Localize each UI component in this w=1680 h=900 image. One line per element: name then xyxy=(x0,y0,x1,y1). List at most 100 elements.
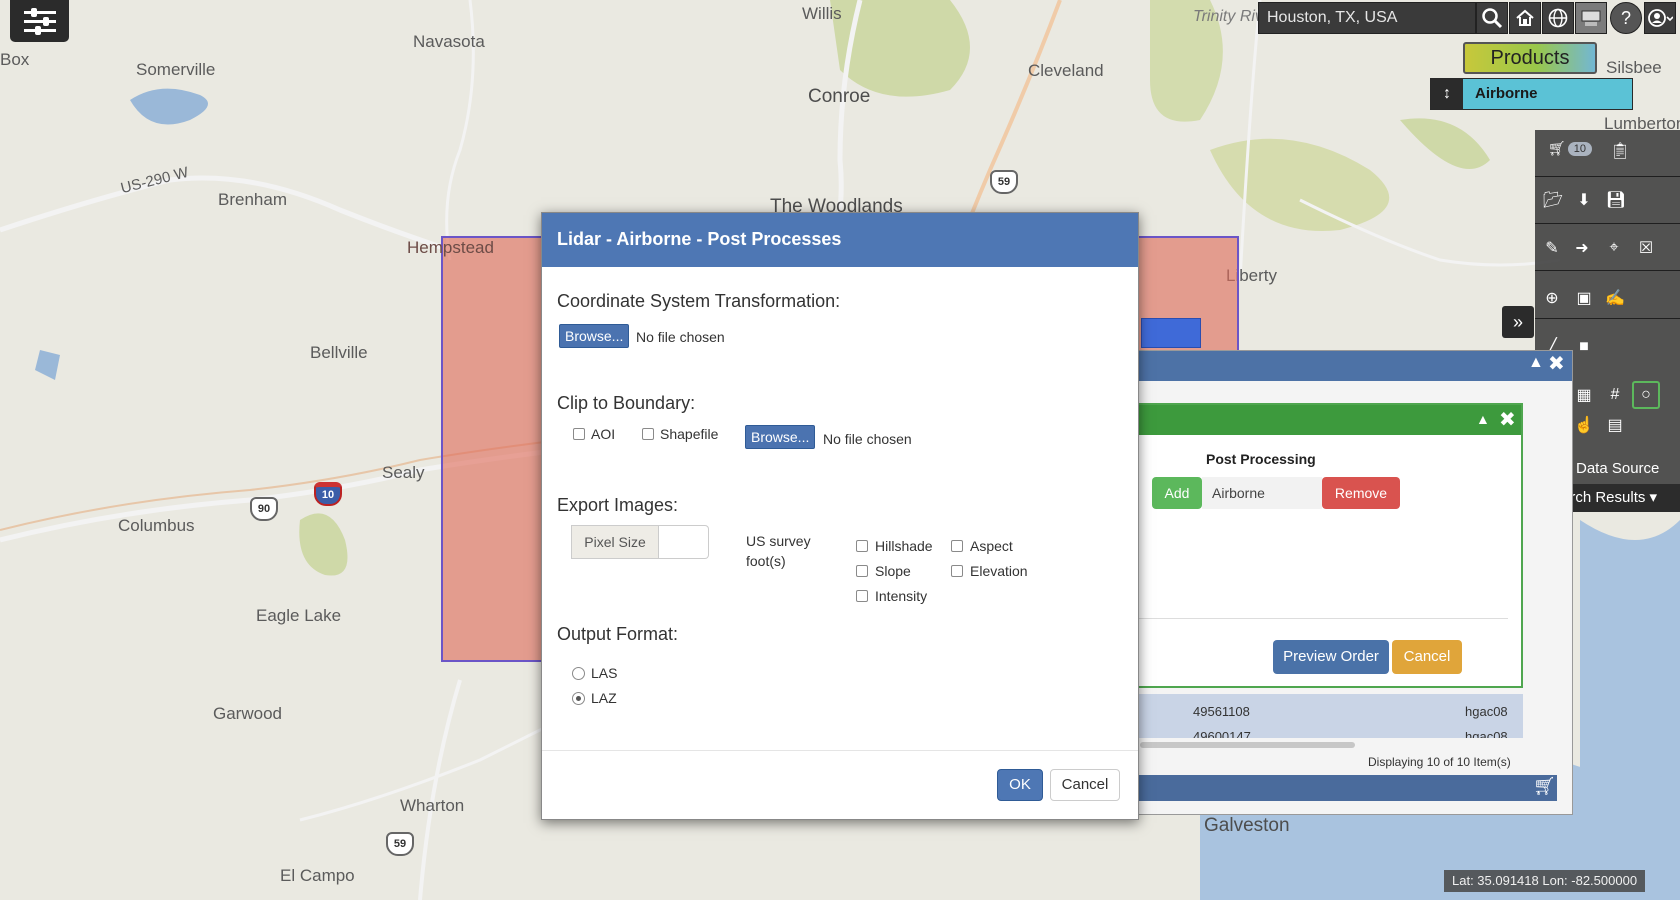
folder-open-icon[interactable]: 📂︎ xyxy=(1539,186,1567,214)
coordinate-transform-label: Coordinate System Transformation: xyxy=(557,291,841,311)
hillshade-label: Hillshade xyxy=(875,538,933,554)
place-label: Silsbee xyxy=(1606,58,1662,77)
interstate-shield: 10 xyxy=(314,482,342,506)
search-icon[interactable] xyxy=(1476,2,1508,34)
clipboard-icon[interactable]: 📋︎ xyxy=(1606,137,1634,165)
coord-file-status: No file chosen xyxy=(636,329,725,345)
help-icon[interactable]: ? xyxy=(1610,2,1642,34)
crosshair-icon[interactable]: ⌖ xyxy=(1600,234,1628,262)
place-label: Galveston xyxy=(1204,815,1290,836)
minimize-icon[interactable]: ▲ xyxy=(1528,354,1544,372)
menu-button[interactable] xyxy=(10,0,69,42)
place-label: Eagle Lake xyxy=(256,606,342,625)
product-layer-airborne[interactable]: ↕ Airborne xyxy=(1430,78,1633,110)
place-label: Brenham xyxy=(218,190,287,209)
order-panel-footer xyxy=(1137,775,1557,801)
elevation-label: Elevation xyxy=(970,563,1028,579)
pixel-size-input[interactable] xyxy=(659,525,709,559)
post-processes-dialog: Lidar - Airborne - Post Processes Coordi… xyxy=(541,212,1139,820)
toolbar-divider xyxy=(1535,318,1680,319)
slope-label: Slope xyxy=(875,563,911,579)
clip-boundary-label: Clip to Boundary: xyxy=(557,393,696,413)
globe-icon[interactable] xyxy=(1542,2,1574,34)
minimize-icon[interactable]: ▲ xyxy=(1476,411,1490,427)
highway-shield: 90 xyxy=(250,497,278,521)
pixel-size-label: Pixel Size xyxy=(571,525,659,559)
toolbar-divider xyxy=(1535,270,1680,271)
place-label: Garwood xyxy=(213,704,282,723)
place-label: Bellville xyxy=(310,343,368,362)
aoi-checkbox[interactable] xyxy=(573,428,585,440)
place-label: Conroe xyxy=(808,86,871,107)
shapefile-browse-button[interactable]: Browse... xyxy=(745,425,816,449)
las-radio[interactable] xyxy=(572,667,585,680)
close-icon[interactable]: ✖ xyxy=(1548,351,1565,376)
laz-radio[interactable] xyxy=(572,692,585,705)
table-cell: 49600147 xyxy=(1193,732,1251,738)
divider xyxy=(1136,618,1508,619)
home-icon[interactable] xyxy=(1509,2,1541,34)
aspect-checkbox[interactable] xyxy=(951,540,963,552)
location-search[interactable] xyxy=(1258,2,1476,34)
zoom-in-icon[interactable]: ⊕ xyxy=(1538,284,1566,312)
hillshade-checkbox[interactable] xyxy=(856,540,868,552)
post-process-value: Airborne xyxy=(1202,477,1322,509)
map-icon[interactable]: ▤ xyxy=(1601,411,1629,439)
location-search-input[interactable] xyxy=(1259,3,1475,33)
image-icon[interactable]: ▣ xyxy=(1570,284,1598,312)
user-icon[interactable] xyxy=(1644,2,1676,34)
cancel-order-button[interactable]: Cancel xyxy=(1392,640,1462,674)
drag-handle-icon[interactable]: ↕ xyxy=(1431,79,1463,109)
place-label: El Campo xyxy=(280,866,355,885)
download-icon[interactable]: ⬇ xyxy=(1570,186,1598,214)
intensity-checkbox[interactable] xyxy=(856,590,868,602)
products-button[interactable]: Products xyxy=(1463,42,1597,74)
cart-button[interactable]: 🛒︎ 10 xyxy=(1548,140,1593,157)
slider-bar xyxy=(23,7,56,17)
slider-bar xyxy=(23,25,56,35)
tile-marker[interactable] xyxy=(1141,318,1201,348)
maker-icon[interactable] xyxy=(1575,2,1607,34)
highway-shield: 59 xyxy=(386,832,414,856)
hand-icon[interactable]: ☝ xyxy=(1570,411,1598,439)
place-label: Box xyxy=(0,50,30,69)
item-count-text: Displaying 10 of 10 Item(s) xyxy=(1368,755,1511,769)
horizontal-scrollbar[interactable] xyxy=(1140,742,1355,748)
sign-in-icon[interactable]: ➜ xyxy=(1568,234,1596,262)
output-format-label: Output Format: xyxy=(557,624,679,644)
cancel-button[interactable]: Cancel xyxy=(1050,769,1120,801)
table-cell: hgac08 xyxy=(1465,704,1508,719)
slope-checkbox[interactable] xyxy=(856,565,868,577)
close-box-icon[interactable]: ☒ xyxy=(1632,234,1660,262)
square-icon[interactable]: ■ xyxy=(1570,333,1598,361)
post-processing-title: Post Processing xyxy=(1206,451,1316,467)
save-icon[interactable]: 💾︎ xyxy=(1602,186,1630,214)
divider xyxy=(542,750,1138,751)
data-source-label: Data Source xyxy=(1576,460,1660,477)
ok-button[interactable]: OK xyxy=(997,769,1043,801)
elevation-checkbox[interactable] xyxy=(951,565,963,577)
circle-icon[interactable]: ○ xyxy=(1632,381,1660,409)
close-icon[interactable]: ✖ xyxy=(1499,407,1516,432)
toolbar-divider xyxy=(1535,176,1680,177)
pencil-icon[interactable]: ✎ xyxy=(1538,234,1566,262)
preview-order-button[interactable]: Preview Order xyxy=(1273,640,1389,674)
order-panel-header xyxy=(1137,351,1572,381)
cart-icon[interactable]: 🛒︎ xyxy=(1533,776,1556,797)
intensity-label: Intensity xyxy=(875,588,928,604)
table-cell: 49561108 xyxy=(1193,704,1250,719)
remove-button[interactable]: Remove xyxy=(1322,477,1400,509)
collapse-panel-icon[interactable]: » xyxy=(1502,306,1534,338)
place-label: Columbus xyxy=(118,516,195,535)
edit-icon[interactable]: ✍ xyxy=(1601,284,1629,312)
shapefile-file-status: No file chosen xyxy=(823,431,912,447)
post-processing-header xyxy=(1138,405,1521,435)
shapefile-label: Shapefile xyxy=(660,426,719,442)
product-layer-label[interactable]: Airborne xyxy=(1463,79,1538,109)
hash-icon[interactable]: # xyxy=(1601,381,1629,409)
shapefile-checkbox[interactable] xyxy=(642,428,654,440)
cart-icon: 🛒︎ xyxy=(1548,140,1566,156)
coord-browse-button[interactable]: Browse... xyxy=(559,324,630,348)
grid-icon[interactable]: ▦ xyxy=(1570,381,1598,409)
add-button[interactable]: Add xyxy=(1152,477,1202,509)
